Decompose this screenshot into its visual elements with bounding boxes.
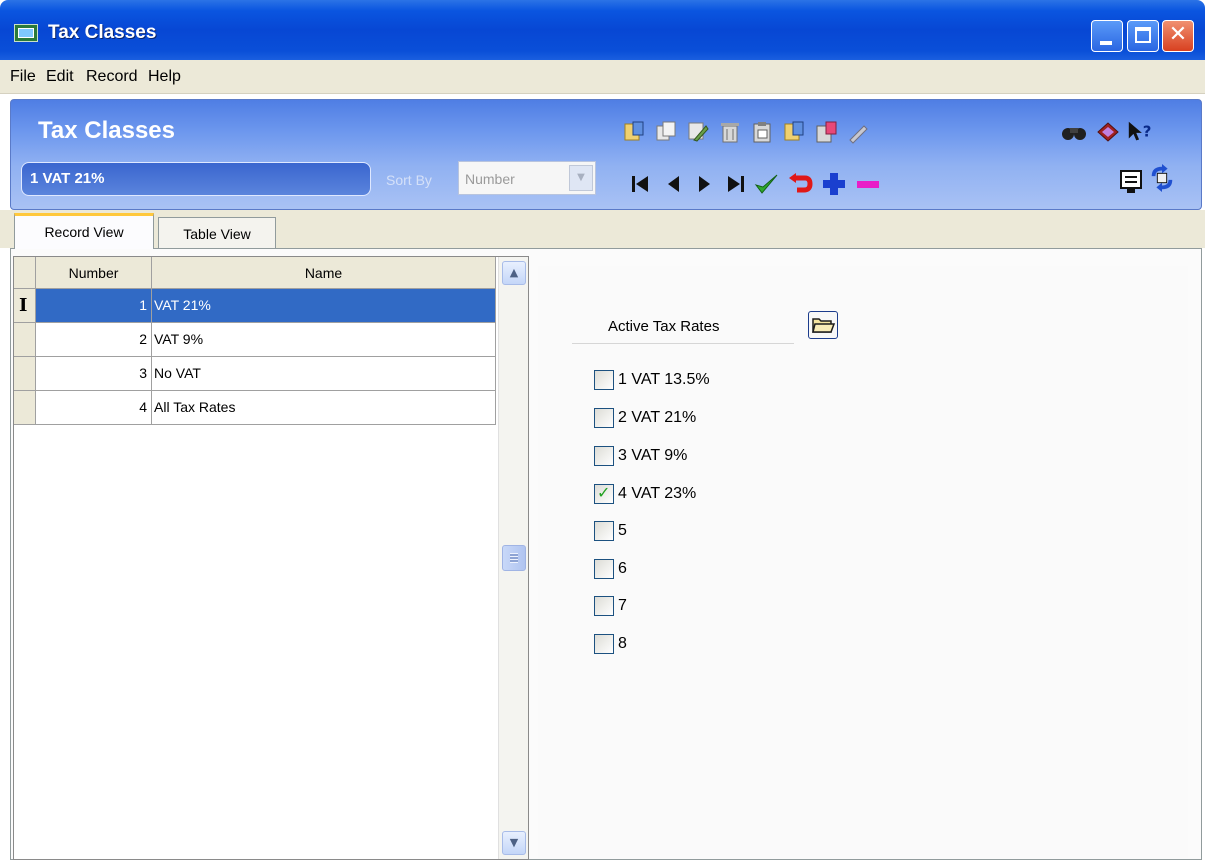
- save-icon[interactable]: [780, 118, 808, 146]
- maximize-button[interactable]: [1127, 20, 1159, 52]
- scroll-down-button[interactable]: ▼: [502, 831, 526, 855]
- row-selector[interactable]: [14, 391, 36, 425]
- cell-number[interactable]: 3: [36, 357, 152, 391]
- grid-header-selector: [14, 257, 36, 289]
- menu-record[interactable]: Record: [86, 68, 138, 86]
- next-record-icon[interactable]: [690, 170, 718, 198]
- checkbox-label: 2 VAT 21%: [618, 409, 697, 426]
- tab-table-view[interactable]: Table View: [158, 217, 276, 251]
- paste-icon[interactable]: [748, 118, 776, 146]
- menu-help[interactable]: Help: [148, 68, 181, 86]
- record-detail-panel: [538, 266, 1188, 858]
- table-row[interactable]: 2 VAT 9%: [14, 323, 496, 357]
- checkbox[interactable]: [594, 370, 614, 390]
- svg-text:?: ?: [1143, 123, 1152, 141]
- delete-record-icon[interactable]: [716, 118, 744, 146]
- records-grid[interactable]: Number Name I 1 VAT 21% 2 VAT 9% 3 No VA…: [13, 256, 529, 860]
- pen-icon[interactable]: [844, 118, 872, 146]
- tab-record-view[interactable]: Record View: [14, 213, 154, 249]
- undo-icon[interactable]: [786, 170, 814, 198]
- current-record-text: 1 VAT 21%: [30, 170, 105, 187]
- page-title: Tax Classes: [38, 117, 175, 144]
- confirm-icon[interactable]: [752, 170, 780, 198]
- book-icon[interactable]: [1094, 118, 1122, 146]
- checkbox-label: 6: [618, 560, 627, 577]
- chevron-down-icon[interactable]: ▼: [569, 165, 593, 191]
- menu-bar: File Edit Record Help: [0, 60, 1205, 94]
- app-icon: [14, 24, 38, 42]
- folder-icon: [812, 318, 836, 333]
- chevron-up-icon: ▲: [509, 266, 519, 279]
- checkbox-label: 4 VAT 23%: [618, 485, 697, 502]
- import-icon[interactable]: [812, 118, 840, 146]
- table-row[interactable]: 4 All Tax Rates: [14, 391, 496, 425]
- edit-record-icon[interactable]: [684, 118, 712, 146]
- checkbox-label: 5: [618, 522, 627, 539]
- cell-number[interactable]: 2: [36, 323, 152, 357]
- cell-number[interactable]: 4: [36, 391, 152, 425]
- last-record-icon[interactable]: [722, 170, 750, 198]
- text-cursor-icon: I: [19, 295, 28, 316]
- table-row[interactable]: 3 No VAT: [14, 357, 496, 391]
- grid-header: Number Name: [14, 257, 496, 289]
- checkbox[interactable]: [594, 521, 614, 541]
- title-bar[interactable]: Tax Classes ✕: [0, 0, 1205, 60]
- open-folder-button[interactable]: [808, 311, 838, 339]
- scroll-thumb[interactable]: [502, 545, 526, 571]
- active-tax-rates-label: Active Tax Rates: [608, 318, 720, 335]
- checkbox-label: 1 VAT 13.5%: [618, 371, 710, 388]
- divider: [572, 343, 794, 344]
- row-selector[interactable]: [14, 323, 36, 357]
- scroll-up-button[interactable]: ▲: [502, 261, 526, 285]
- minimize-button[interactable]: [1091, 20, 1123, 52]
- checkbox-checked[interactable]: ✓: [594, 483, 614, 504]
- checkmark-icon: ✓: [597, 483, 611, 502]
- row-selector[interactable]: [14, 357, 36, 391]
- close-icon: ✕: [1168, 22, 1188, 47]
- column-header-name[interactable]: Name: [152, 257, 496, 289]
- cell-name[interactable]: All Tax Rates: [152, 391, 496, 425]
- close-button[interactable]: ✕: [1162, 20, 1194, 52]
- add-icon[interactable]: [820, 170, 848, 198]
- checkbox-label: 8: [618, 635, 627, 652]
- table-row[interactable]: I 1 VAT 21%: [14, 289, 496, 323]
- chevron-down-icon: ▼: [509, 836, 519, 849]
- sort-by-select[interactable]: Number ▼: [458, 161, 596, 195]
- checkbox[interactable]: [594, 559, 614, 579]
- sort-by-label: Sort By: [386, 172, 432, 188]
- new-record-icon[interactable]: [620, 118, 648, 146]
- previous-record-icon[interactable]: [660, 170, 688, 198]
- current-record-field[interactable]: 1 VAT 21%: [21, 162, 371, 196]
- copy-record-icon[interactable]: [652, 118, 680, 146]
- screen-icon[interactable]: [1118, 168, 1146, 196]
- refresh-icon[interactable]: [1148, 164, 1176, 192]
- maximize-icon: [1135, 27, 1151, 43]
- checkbox[interactable]: [594, 634, 614, 654]
- remove-icon[interactable]: [854, 170, 882, 198]
- sort-by-value: Number: [465, 171, 515, 187]
- cell-number[interactable]: 1: [36, 289, 152, 323]
- minimize-icon: [1100, 41, 1112, 45]
- checkbox[interactable]: [594, 446, 614, 466]
- checkbox[interactable]: [594, 596, 614, 616]
- menu-file[interactable]: File: [10, 68, 36, 86]
- cell-name[interactable]: VAT 9%: [152, 323, 496, 357]
- cell-name[interactable]: No VAT: [152, 357, 496, 391]
- window-title: Tax Classes: [48, 22, 157, 43]
- checkbox-label: 7: [618, 597, 627, 614]
- vertical-scrollbar[interactable]: ▲ ▼: [498, 257, 528, 859]
- menu-edit[interactable]: Edit: [46, 68, 74, 86]
- checkbox-label: 3 VAT 9%: [618, 447, 688, 464]
- help-pointer-icon[interactable]: ?: [1126, 118, 1154, 146]
- row-selector[interactable]: I: [14, 289, 36, 323]
- find-icon[interactable]: [1060, 118, 1088, 146]
- header-panel: Tax Classes 1 VAT 21% Sort By Number ▼: [10, 99, 1202, 210]
- cell-name[interactable]: VAT 21%: [152, 289, 496, 323]
- column-header-number[interactable]: Number: [36, 257, 152, 289]
- checkbox[interactable]: [594, 408, 614, 428]
- first-record-icon[interactable]: [626, 170, 654, 198]
